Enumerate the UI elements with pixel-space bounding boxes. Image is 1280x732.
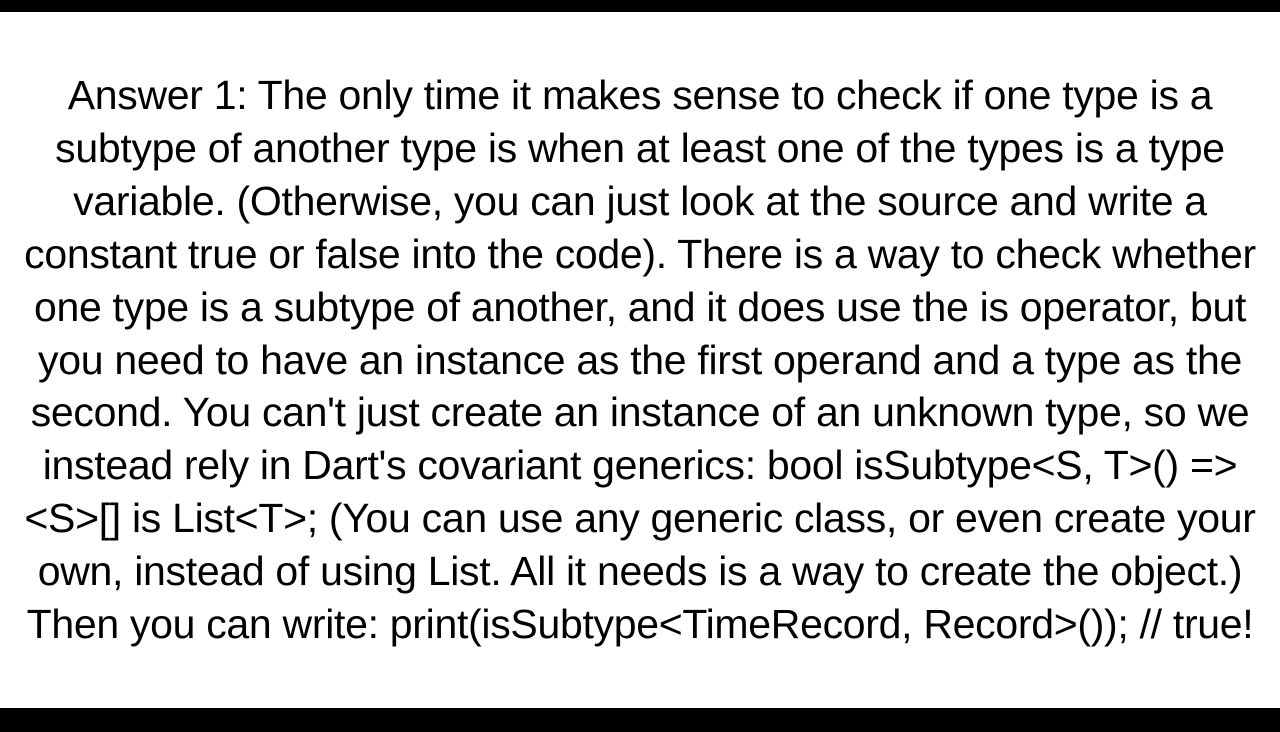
- content-area: Answer 1: The only time it makes sense t…: [0, 12, 1280, 708]
- answer-text: Answer 1: The only time it makes sense t…: [6, 69, 1274, 651]
